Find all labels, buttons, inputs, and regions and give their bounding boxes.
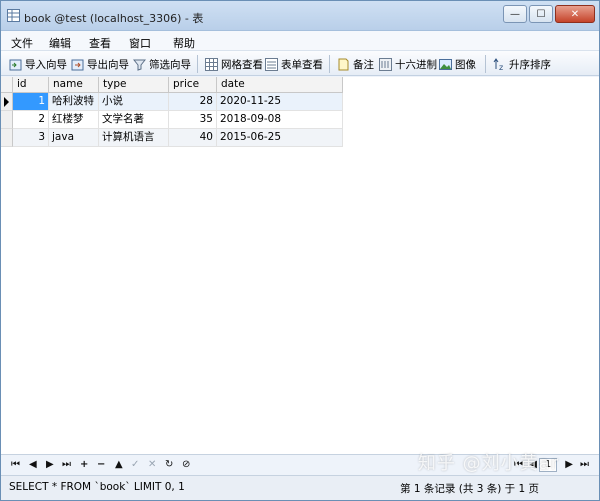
import-wizard-button[interactable]: 导入向导 [9, 56, 67, 72]
hex-button[interactable]: 十六进制 [379, 56, 437, 72]
status-bar: SELECT * FROM `book` LIMIT 0, 1 第 1 条记录 … [1, 476, 599, 500]
status-sql-text: SELECT * FROM `book` LIMIT 0, 1 [9, 481, 185, 493]
table-cell[interactable]: 1 [13, 93, 49, 111]
grid-view-button[interactable]: 网格查看 [205, 56, 263, 72]
sort-ascending-icon: z [493, 57, 506, 72]
menu-edit[interactable]: 编辑 [49, 35, 71, 51]
image-button[interactable]: 图像 [439, 56, 476, 72]
menu-file[interactable]: 文件 [11, 35, 33, 51]
discard-icon[interactable]: ✕ [148, 459, 156, 470]
column-header-id[interactable]: id [13, 77, 49, 93]
app-window: book @test (localhost_3306) - 表 — ☐ ✕ 文件… [0, 0, 600, 501]
up-icon[interactable]: ▲ [115, 459, 123, 470]
table-cell[interactable]: 2020-11-25 [217, 93, 343, 111]
table-cell[interactable]: 计算机语言 [99, 129, 169, 147]
prev-record-icon[interactable]: ◀ [29, 459, 37, 470]
window-title: book @test (localhost_3306) - 表 [24, 12, 204, 25]
grid-icon [205, 57, 218, 71]
table-cell[interactable]: 小说 [99, 93, 169, 111]
table-cell[interactable]: 2018-09-08 [217, 111, 343, 129]
close-button[interactable]: ✕ [555, 5, 595, 23]
toolbar: 导入向导 导出向导 筛选向导 网格查看 表单查看 备注 十六进制 图像 z 升序… [1, 51, 599, 76]
grid-view-label: 网格查看 [221, 58, 263, 71]
filter-label: 筛选向导 [149, 58, 191, 71]
table-cell[interactable]: 28 [169, 93, 217, 111]
hex-icon [379, 57, 392, 71]
row-header[interactable] [1, 93, 13, 111]
column-header-type[interactable]: type [99, 77, 169, 93]
hex-label: 十六进制 [395, 58, 437, 71]
delete-record-icon[interactable]: − [97, 459, 105, 470]
form-icon [265, 57, 278, 71]
memo-label: 备注 [353, 58, 374, 71]
menu-bar: 文件 编辑 查看 窗口 帮助 [1, 31, 599, 51]
add-record-icon[interactable]: + [80, 459, 88, 470]
watermark: 知乎 @刘小黄ar [417, 453, 559, 474]
export-label: 导出向导 [87, 58, 129, 71]
column-header-date[interactable]: date [217, 77, 343, 93]
apply-icon[interactable]: ✓ [131, 459, 139, 470]
first-record-icon[interactable]: ⏮ [11, 459, 20, 470]
table-cell[interactable]: 2015-06-25 [217, 129, 343, 147]
column-header-price[interactable]: price [169, 77, 217, 93]
image-label: 图像 [455, 58, 476, 71]
memo-icon [337, 58, 350, 71]
filter-wizard-button[interactable]: 筛选向导 [132, 56, 191, 72]
table-cell[interactable]: java [49, 129, 99, 147]
current-row-indicator [4, 97, 9, 107]
form-view-label: 表单查看 [281, 58, 323, 71]
minimize-button[interactable]: — [503, 5, 527, 23]
table-icon [7, 9, 20, 22]
sort-ascending-label: 升序排序 [509, 58, 551, 71]
memo-button[interactable]: 备注 [337, 56, 374, 72]
row-header[interactable] [1, 129, 13, 147]
filter-icon [132, 58, 147, 71]
last-record-icon[interactable]: ⏭ [62, 459, 71, 470]
svg-text:z: z [499, 63, 503, 71]
menu-window[interactable]: 窗口 [129, 35, 151, 51]
table-cell[interactable]: 红楼梦 [49, 111, 99, 129]
next-record-icon[interactable]: ▶ [46, 459, 54, 470]
table-cell[interactable]: 35 [169, 111, 217, 129]
import-label: 导入向导 [25, 58, 67, 71]
toolbar-separator [197, 55, 198, 73]
sort-ascending-button[interactable]: z 升序排序 [493, 56, 551, 72]
table-cell[interactable]: 2 [13, 111, 49, 129]
page-last-icon[interactable]: ⏭ [580, 459, 589, 470]
refresh-icon[interactable]: ↻ [165, 459, 173, 470]
toolbar-separator [485, 55, 486, 73]
grid-corner [1, 77, 13, 93]
table-cell[interactable]: 40 [169, 129, 217, 147]
import-icon [9, 58, 22, 71]
row-header[interactable] [1, 111, 13, 129]
table-cell[interactable]: 3 [13, 129, 49, 147]
image-icon [439, 58, 452, 71]
export-icon [71, 58, 84, 71]
stop-icon[interactable]: ⊘ [182, 459, 190, 470]
menu-help[interactable]: 帮助 [173, 35, 195, 51]
status-record-count: 第 1 条记录 (共 3 条) 于 1 页 [400, 483, 539, 495]
table-cell[interactable]: 文学名著 [99, 111, 169, 129]
maximize-button[interactable]: ☐ [529, 5, 553, 23]
toolbar-separator [329, 55, 330, 73]
menu-view[interactable]: 查看 [89, 35, 111, 51]
data-grid: id name type price date 1 哈利波特 小说 28 202… [1, 77, 599, 455]
table-cell[interactable]: 哈利波特 [49, 93, 99, 111]
title-bar: book @test (localhost_3306) - 表 — ☐ ✕ [1, 1, 599, 31]
export-wizard-button[interactable]: 导出向导 [71, 56, 129, 72]
column-header-name[interactable]: name [49, 77, 99, 93]
page-next-icon[interactable]: ▶ [565, 459, 573, 470]
form-view-button[interactable]: 表单查看 [265, 56, 323, 72]
